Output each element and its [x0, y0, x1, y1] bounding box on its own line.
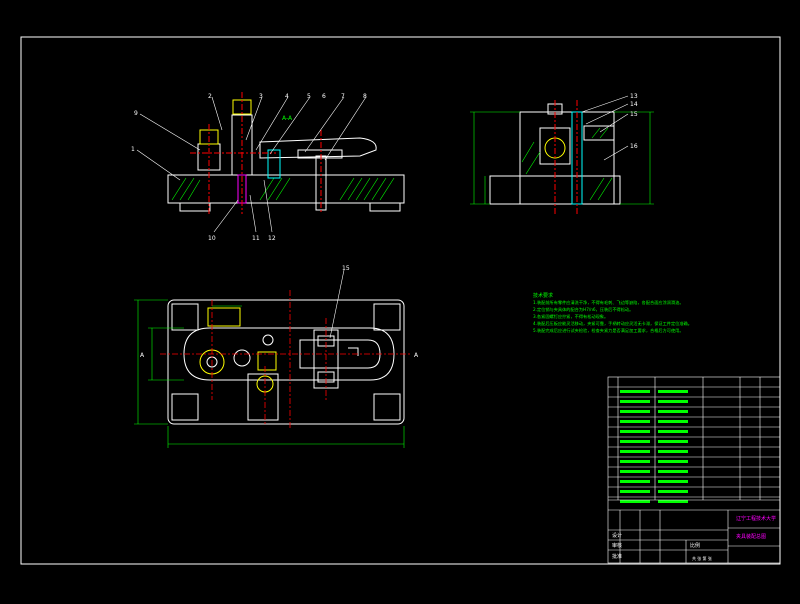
callout-8: 8: [363, 93, 367, 100]
title-block: [608, 499, 780, 563]
parts-row-text-marker: [620, 410, 650, 413]
callout-4: 4: [285, 93, 289, 100]
callout-12: 12: [268, 235, 276, 242]
callout-3: 3: [259, 93, 263, 100]
parts-row-text-marker: [658, 420, 688, 423]
parts-row-text-marker: [620, 430, 650, 433]
svg-text:A: A: [414, 352, 419, 359]
svg-text:审核: 审核: [612, 542, 622, 549]
svg-text:设计: 设计: [612, 532, 622, 539]
base-hatching: [171, 177, 395, 201]
cad-drawing-viewport: 2 3 4 5 6 7 8 9 1 10 11 12 A-A 13 14 15 …: [0, 0, 800, 600]
base-plate: [167, 174, 405, 204]
callout-10: 10: [208, 235, 216, 242]
plan-view: [167, 299, 405, 425]
callout-5: 5: [307, 93, 311, 100]
svg-text:比例: 比例: [690, 542, 700, 549]
callout-9: 9: [134, 110, 138, 117]
callout-7: 7: [341, 93, 345, 100]
parts-row-text-marker: [658, 450, 688, 453]
parts-row-text-marker: [658, 400, 688, 403]
parts-row-text-marker: [620, 490, 650, 493]
side-callouts: 13 14 15 16: [630, 93, 638, 150]
parts-row-text-marker: [658, 460, 688, 463]
parts-row-text-marker: [658, 430, 688, 433]
parts-rows: [608, 386, 780, 503]
note-1: 1.装配前所有零件应清洗干净，不得有毛刺、飞边等缺陷，各配合面应涂润滑油。: [533, 299, 684, 306]
school-name: 辽宁工程技术大学: [736, 515, 776, 522]
callout-2: 2: [208, 93, 212, 100]
parts-row-text-marker: [620, 460, 650, 463]
callout-6: 6: [322, 93, 326, 100]
notes-title: 技术要求: [533, 292, 553, 299]
parts-row-text-marker: [658, 410, 688, 413]
parts-row-text-marker: [620, 480, 650, 483]
title-texts: 辽宁工程技术大学 夹具装配总图 设计 审核 批准 比例 共 张 第 张: [612, 515, 776, 561]
side-leaders: [581, 95, 629, 161]
parts-row-text-marker: [620, 440, 650, 443]
parts-row-text-marker: [658, 470, 688, 473]
parts-row-text-marker: [620, 500, 650, 503]
parts-row-text-marker: [620, 470, 650, 473]
parts-row-text-marker: [658, 480, 688, 483]
parts-row-text-marker: [620, 450, 650, 453]
technical-notes: 技术要求 1.装配前所有零件应清洗干净，不得有毛刺、飞边等缺陷，各配合面应涂润滑…: [533, 292, 692, 334]
parts-row-text-marker: [658, 500, 688, 503]
svg-text:批准: 批准: [612, 553, 622, 560]
parts-row-text-marker: [620, 400, 650, 403]
plan-labels: 15 A A: [140, 265, 419, 359]
svg-text:A: A: [140, 352, 145, 359]
callout-1: 1: [131, 146, 135, 153]
parts-row-text-marker: [620, 390, 650, 393]
section-label: A-A: [282, 115, 293, 122]
note-4: 4.装配后压板应能灵活移动，夹紧可靠，手柄转动应灵活无卡滞，保证工件定位准确。: [533, 320, 692, 327]
parts-row-text-marker: [658, 390, 688, 393]
parts-row-text-marker: [620, 420, 650, 423]
svg-text:16: 16: [630, 143, 638, 150]
note-2: 2.定位销与夹具体的配合为H7/n6，压装后不得松动。: [533, 306, 633, 313]
svg-text:14: 14: [630, 101, 638, 108]
front-section-view: [167, 92, 405, 214]
clamp-lever: [259, 137, 377, 159]
callout-11: 11: [252, 235, 260, 242]
svg-text:15: 15: [342, 265, 350, 272]
parts-row-text-marker: [658, 440, 688, 443]
drawing-canvas: 2 3 4 5 6 7 8 9 1 10 11 12 A-A 13 14 15 …: [20, 36, 781, 565]
side-dimensions: [470, 111, 654, 205]
svg-text:15: 15: [630, 111, 638, 118]
drawing-title: 夹具装配总图: [736, 533, 766, 540]
plan-base-plate: [167, 299, 405, 425]
note-5: 5.装配完成后应进行试夹检验，检查夹紧力是否满足加工要求，合格后方可使用。: [533, 327, 684, 334]
parts-row-text-marker: [658, 490, 688, 493]
note-3: 3.各紧固螺钉应拧紧，不得有松动现象。: [533, 313, 608, 320]
svg-text:共 张 第 张: 共 张 第 张: [692, 555, 712, 561]
svg-text:13: 13: [630, 93, 638, 100]
